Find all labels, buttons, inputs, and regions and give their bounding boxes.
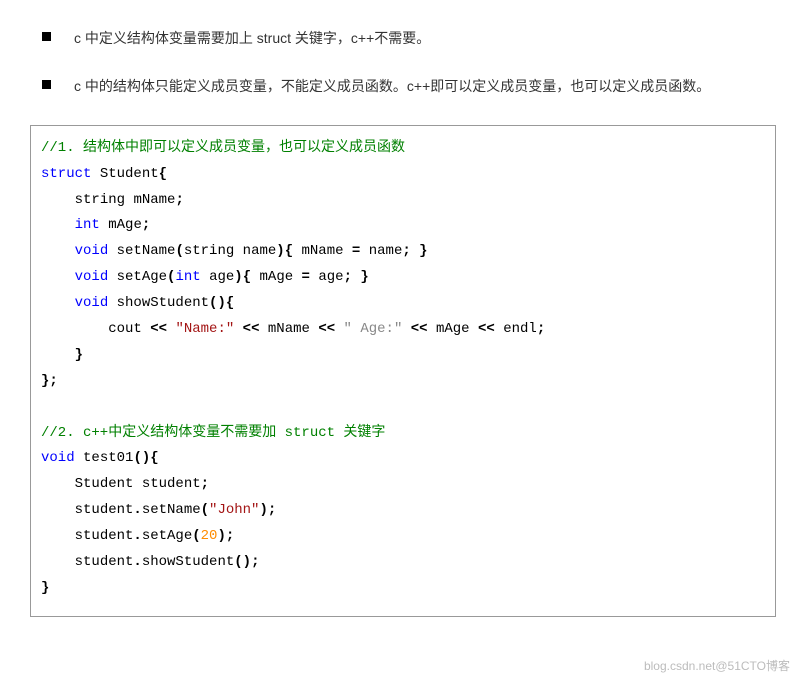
code-id-stuvar: student [142, 476, 201, 492]
code-type-void: void [75, 243, 109, 259]
code-type-string: string [75, 192, 125, 208]
bullet-item-2: c 中的结构体只能定义成员变量，不能定义成员函数。c++即可以定义成员变量，也可… [42, 68, 776, 104]
code-id-mage: mAge [108, 217, 142, 233]
code-id-cout: cout [108, 321, 142, 337]
code-lbrace2: { [285, 243, 293, 259]
code-comment-1: //1. 结构体中即可以定义成员变量，也可以定义成员函数 [41, 140, 405, 156]
code-id-mname: mName [133, 192, 175, 208]
code-param-name: name [243, 243, 277, 259]
code-lp: ( [175, 243, 183, 259]
code-type-int: int [75, 217, 100, 233]
code-str-age: " Age:" [344, 321, 403, 337]
code-str-name: "Name:" [175, 321, 234, 337]
code-param-age: age [209, 269, 234, 285]
code-str-john: "John" [209, 502, 259, 518]
code-rbrace-semi: }; [41, 373, 58, 389]
code-dot: . [133, 502, 141, 518]
code-semi: ; [175, 192, 183, 208]
watermark-text: blog.csdn.net@51CTO博客 [644, 657, 790, 674]
square-bullet-icon [42, 32, 51, 41]
code-id-student: Student [100, 166, 159, 182]
code-block: //1. 结构体中即可以定义成员变量，也可以定义成员函数 struct Stud… [30, 125, 776, 617]
code-id-endl: endl [503, 321, 537, 337]
square-bullet-icon [42, 80, 51, 89]
code-assign: = [352, 243, 360, 259]
code-num-20: 20 [201, 528, 218, 544]
code-kw-struct: struct [41, 166, 91, 182]
code-semi: ; [142, 217, 150, 233]
code-rp: ) [276, 243, 284, 259]
code-fn-test01: test01 [83, 450, 133, 466]
bullet-item-1: c 中定义结构体变量需要加上 struct 关键字，c++不需要。 [42, 20, 776, 56]
code-fn-showstudent: showStudent [117, 295, 209, 311]
code-fn-setname: setName [117, 243, 176, 259]
code-type-string2: string [184, 243, 234, 259]
code-comment-2: //2. c++中定义结构体变量不需要加 struct 关键字 [41, 425, 385, 441]
bullet-text-1: c 中定义结构体变量需要加上 struct 关键字，c++不需要。 [74, 30, 430, 46]
code-fn-setage: setAge [117, 269, 167, 285]
code-shl: << [150, 321, 167, 337]
bullet-text-2: c 中的结构体只能定义成员变量，不能定义成员函数。c++即可以定义成员变量，也可… [74, 78, 710, 94]
code-lbrace: { [159, 166, 167, 182]
